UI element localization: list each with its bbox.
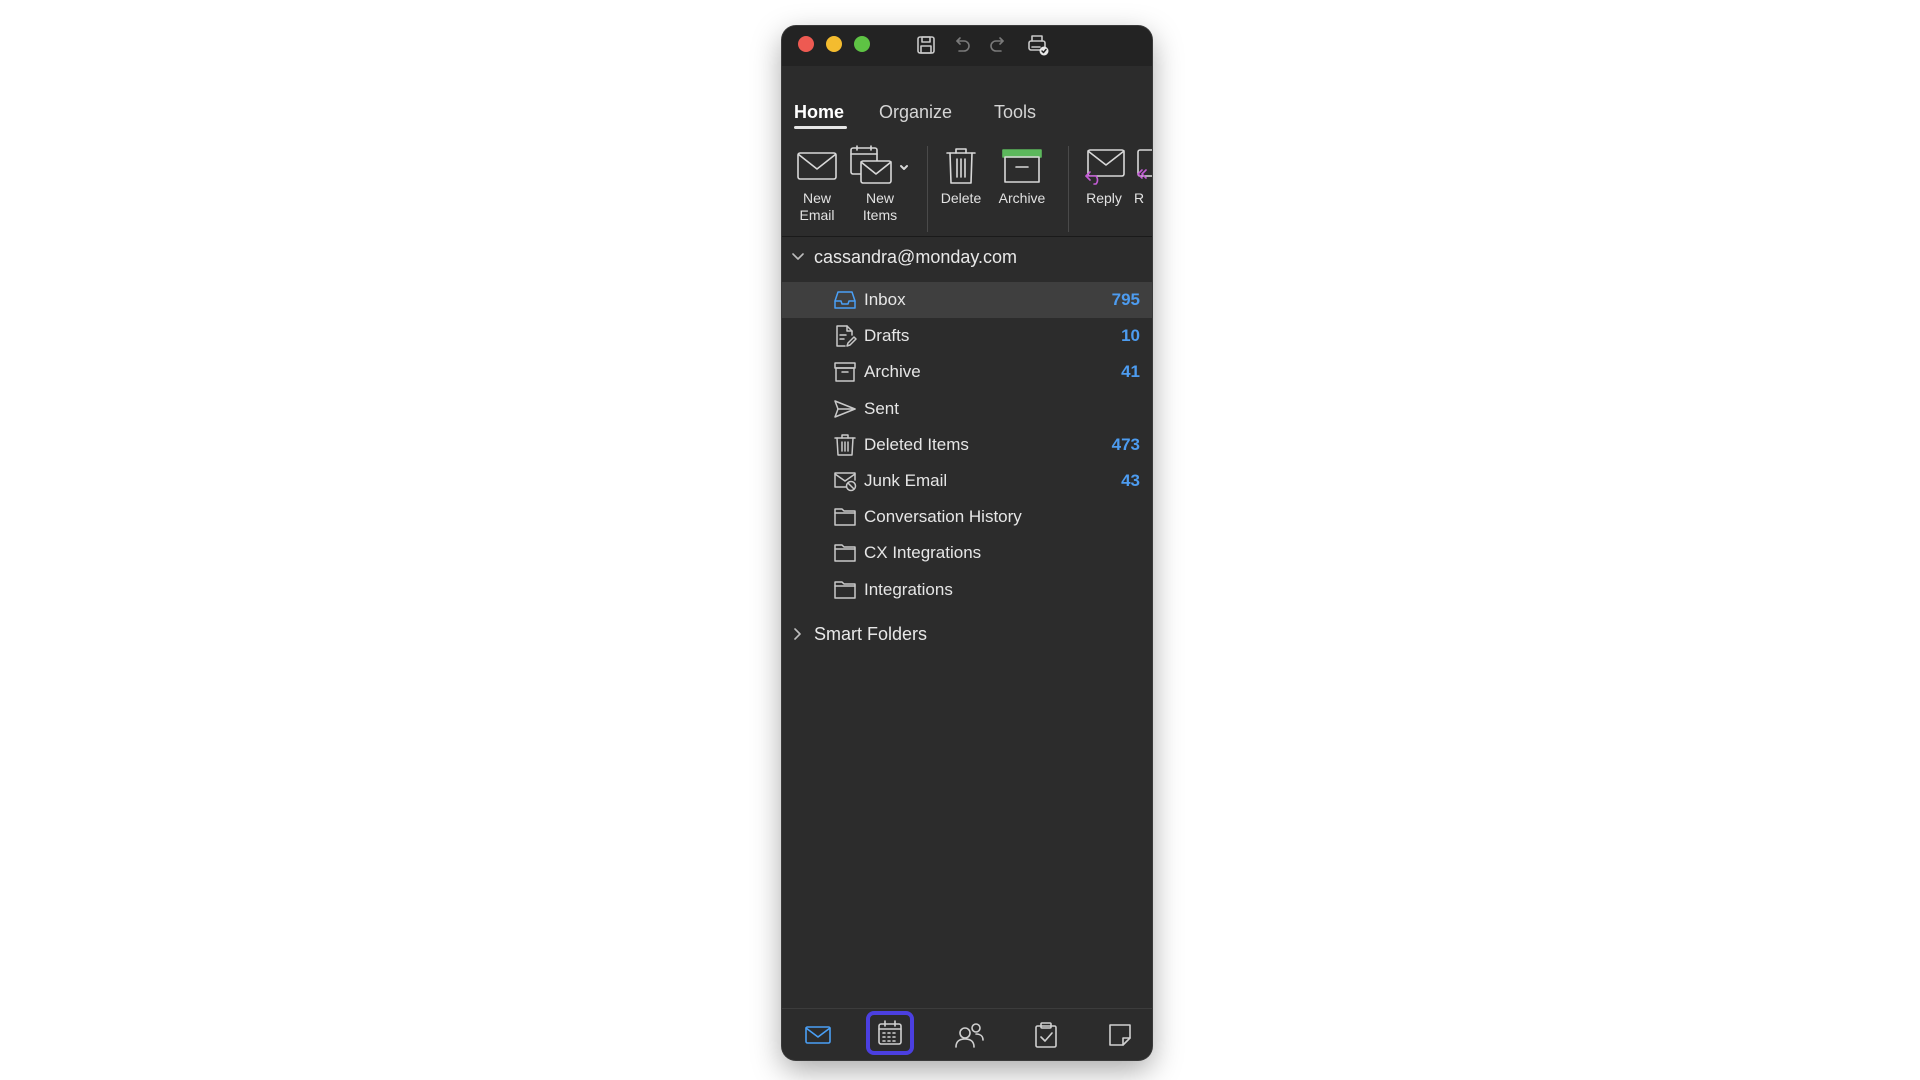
zoom-window-button[interactable] xyxy=(854,36,870,52)
smart-folders-header[interactable]: Smart Folders xyxy=(782,616,1152,656)
reply-all-label: R xyxy=(1134,190,1145,206)
undo-icon[interactable] xyxy=(948,31,976,59)
mail-nav-button[interactable] xyxy=(798,1015,838,1055)
unread-count: 473 xyxy=(1111,434,1140,454)
ribbon-divider xyxy=(1068,146,1069,232)
close-window-button[interactable] xyxy=(798,36,814,52)
reply-all-icon xyxy=(1134,142,1152,190)
folder-icon xyxy=(833,578,857,602)
folder-name: Deleted Items xyxy=(864,434,969,454)
delete-label: Delete xyxy=(940,190,982,206)
folder-item-integrations[interactable]: Integrations xyxy=(782,572,1152,608)
reply-label: Reply xyxy=(1086,190,1122,206)
people-nav-button[interactable] xyxy=(950,1015,990,1055)
tab-tools[interactable]: Tools xyxy=(994,102,1036,123)
notes-icon xyxy=(1109,1024,1131,1046)
chevron-down-icon[interactable] xyxy=(790,249,806,265)
archive-label: Archive xyxy=(998,190,1046,206)
active-tab-indicator xyxy=(794,126,847,129)
folder-item-deleted-items[interactable]: Deleted Items 473 xyxy=(782,427,1152,463)
archive-box-icon xyxy=(1001,142,1043,190)
folder-item-inbox[interactable]: Inbox 795 xyxy=(782,282,1152,319)
outlook-window: Home Organize Tools New Email New Items … xyxy=(782,26,1152,1060)
account-header[interactable]: cassandra@monday.com xyxy=(782,237,1152,277)
folder-icon xyxy=(833,541,857,565)
chevron-right-icon[interactable] xyxy=(790,626,806,642)
reply-button[interactable]: Reply xyxy=(1080,142,1128,207)
folder-item-cx-integrations[interactable]: CX Integrations xyxy=(782,535,1152,571)
people-icon xyxy=(955,1023,984,1048)
folder-list: Inbox 795 Drafts 10 Archive 41 Sent Dele… xyxy=(782,282,1152,608)
delete-button[interactable]: Delete xyxy=(936,142,986,207)
title-bar xyxy=(782,26,1152,66)
inbox-icon xyxy=(833,288,857,312)
folder-name: Archive xyxy=(864,362,921,382)
smart-folders-label: Smart Folders xyxy=(814,624,928,644)
account-email: cassandra@monday.com xyxy=(814,247,1018,267)
folder-name: Drafts xyxy=(864,326,910,346)
unread-count: 43 xyxy=(1121,470,1140,490)
trash-icon xyxy=(944,142,978,190)
new-email-button[interactable]: New Email xyxy=(794,142,840,224)
calendar-nav-button[interactable] xyxy=(866,1011,914,1055)
new-items-button[interactable]: New Items xyxy=(848,142,912,224)
folder-name: CX Integrations xyxy=(864,543,982,563)
new-email-label: New Email xyxy=(799,190,835,223)
unread-count: 41 xyxy=(1121,362,1140,382)
print-icon[interactable] xyxy=(1024,31,1052,59)
reply-all-button[interactable]: R xyxy=(1134,142,1152,207)
redo-icon[interactable] xyxy=(984,31,1012,59)
tab-organize[interactable]: Organize xyxy=(879,102,952,123)
unread-count: 795 xyxy=(1111,290,1140,309)
mail-icon xyxy=(805,1026,831,1044)
sent-icon xyxy=(833,397,857,421)
tasks-nav-button[interactable] xyxy=(1026,1015,1066,1055)
folder-item-drafts[interactable]: Drafts 10 xyxy=(782,318,1152,354)
folder-item-junk-email[interactable]: Junk Email 43 xyxy=(782,463,1152,499)
folder-name: Integrations xyxy=(864,579,953,599)
folder-item-conversation-history[interactable]: Conversation History xyxy=(782,499,1152,535)
minimize-window-button[interactable] xyxy=(826,36,842,52)
envelope-icon xyxy=(796,142,838,190)
new-items-label: New Items xyxy=(862,190,898,223)
save-icon[interactable] xyxy=(912,31,940,59)
archive-button[interactable]: Archive xyxy=(992,142,1052,207)
notes-nav-button[interactable] xyxy=(1100,1015,1140,1055)
tab-home[interactable]: Home xyxy=(794,102,844,123)
calendar-icon xyxy=(878,1020,902,1045)
folder-item-sent[interactable]: Sent xyxy=(782,391,1152,427)
folder-name: Junk Email xyxy=(864,470,948,490)
reply-icon xyxy=(1082,142,1126,190)
ribbon-toolbar: New Email New Items Delete Archive Reply… xyxy=(782,136,1152,237)
tasks-icon xyxy=(1035,1022,1057,1048)
drafts-icon xyxy=(833,324,857,348)
junk-icon xyxy=(833,469,857,493)
new-items-icon xyxy=(849,142,911,190)
folder-name: Sent xyxy=(864,398,899,418)
folder-name: Inbox xyxy=(864,290,906,309)
folder-item-archive[interactable]: Archive 41 xyxy=(782,354,1152,390)
archive-icon xyxy=(833,360,857,384)
unread-count: 10 xyxy=(1121,326,1140,346)
ribbon-divider xyxy=(927,146,928,232)
trash-icon xyxy=(833,433,857,457)
folder-name: Conversation History xyxy=(864,507,1022,527)
folder-icon xyxy=(833,505,857,529)
bottom-nav xyxy=(782,1008,1152,1060)
